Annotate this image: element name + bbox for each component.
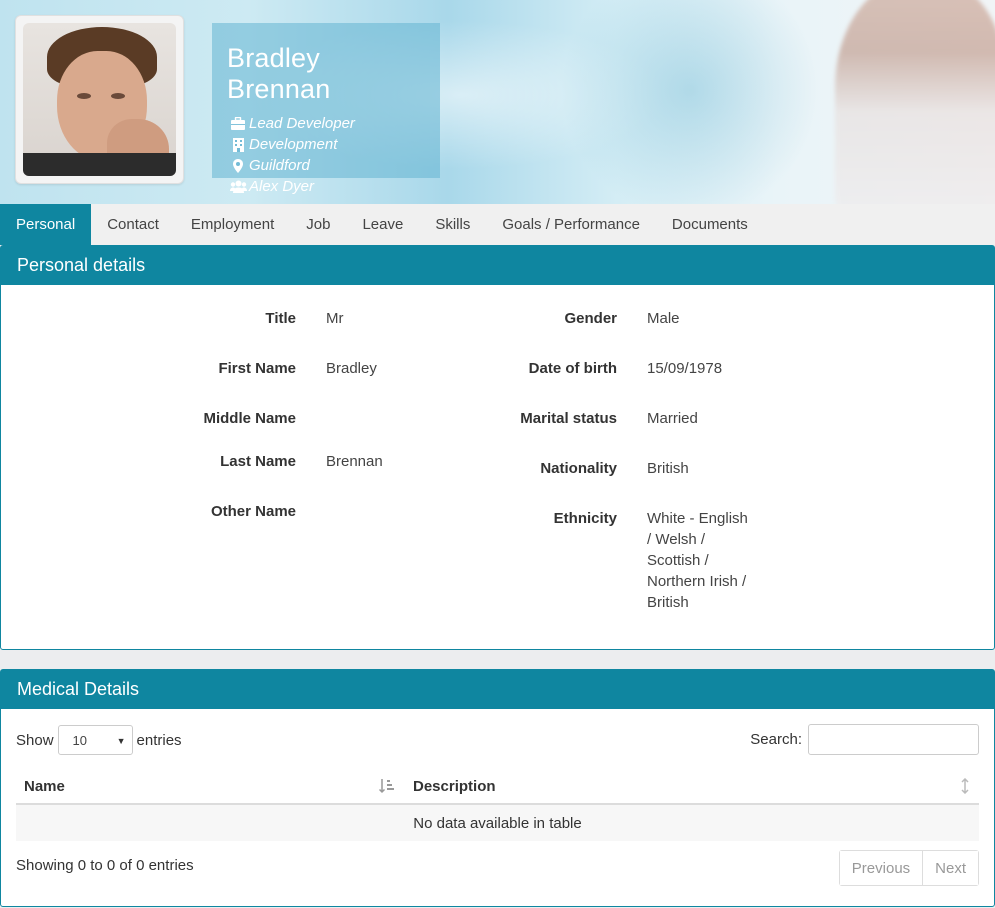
sort-both-icon [961, 777, 969, 797]
job-title: Lead Developer [249, 115, 355, 132]
middle-name-label: Middle Name [203, 410, 296, 427]
tab-personal[interactable]: Personal [0, 204, 92, 245]
show-label: Show [16, 731, 54, 749]
profile-info-box: Bradley Brennan Lead Developer Developme… [212, 23, 440, 195]
tab-job[interactable]: Job [290, 204, 346, 245]
tab-contact[interactable]: Contact [91, 204, 175, 245]
search-label: Search: [750, 731, 802, 748]
banner-background-blur [560, 0, 820, 204]
avatar-frame [15, 15, 184, 184]
profile-banner: Bradley Brennan Lead Developer Developme… [0, 0, 995, 204]
panel-title: Personal details [1, 246, 994, 285]
marital-status-value: Married [647, 410, 698, 427]
briefcase-icon [227, 117, 249, 130]
manager: Alex Dyer [249, 178, 315, 195]
avatar [23, 23, 176, 176]
ethnicity-value: White - English / Welsh / Scottish / Nor… [647, 508, 748, 613]
last-name-label: Last Name [220, 453, 296, 470]
search-input[interactable] [808, 724, 979, 755]
ethnicity-line: White - English [647, 510, 748, 527]
ethnicity-line: Northern Irish / [647, 573, 747, 590]
column-header-name[interactable]: Name [16, 770, 405, 805]
department: Development [249, 136, 338, 153]
page-length-control: Show 10 ▼ entries [16, 725, 182, 755]
entries-label: entries [136, 731, 182, 749]
medical-details-panel: Medical Details Show 10 ▼ entries Search… [0, 669, 995, 907]
page-length-value: 10 [72, 732, 87, 748]
profile-tabs: Personal Contact Employment Job Leave Sk… [0, 204, 995, 245]
tab-employment[interactable]: Employment [175, 204, 290, 245]
location-line: Guildford [227, 155, 425, 176]
ethnicity-line: / Welsh / [647, 531, 706, 548]
gender-value: Male [647, 310, 680, 327]
tab-leave[interactable]: Leave [346, 204, 419, 245]
title-value: Mr [326, 310, 344, 327]
tab-documents[interactable]: Documents [656, 204, 764, 245]
empty-table-message: No data available in table [16, 804, 979, 841]
previous-page-button[interactable]: Previous [839, 851, 923, 885]
ethnicity-label: Ethnicity [553, 510, 617, 527]
manager-line: Alex Dyer [227, 176, 425, 197]
first-name-label: First Name [218, 360, 296, 377]
nationality-label: Nationality [540, 460, 617, 477]
tab-goals-performance[interactable]: Goals / Performance [486, 204, 656, 245]
marital-status-label: Marital status [520, 410, 617, 427]
caret-down-icon: ▼ [116, 736, 126, 746]
users-icon [227, 180, 249, 193]
table-row: No data available in table [16, 804, 979, 841]
tab-skills[interactable]: Skills [419, 204, 486, 245]
pagination: Previous Next [838, 850, 979, 886]
last-name-value: Brennan [326, 453, 383, 470]
ethnicity-line: Scottish / [647, 552, 709, 569]
personal-details-panel: Personal details Title Mr First Name Bra… [0, 245, 995, 650]
sort-ascending-icon [378, 778, 395, 797]
date-of-birth-value: 15/09/1978 [647, 360, 723, 377]
table-search: Search: [750, 724, 979, 755]
next-page-button[interactable]: Next [922, 851, 978, 885]
map-marker-icon [227, 158, 249, 173]
column-header-label: Name [24, 778, 65, 795]
other-name-label: Other Name [210, 503, 296, 520]
nationality-value: British [647, 460, 689, 477]
ethnicity-line: British [647, 594, 689, 611]
banner-background-person [835, 0, 995, 204]
title-label: Title [265, 310, 296, 327]
gender-label: Gender [564, 310, 617, 327]
page-length-select[interactable]: 10 ▼ [57, 725, 133, 755]
panel-title: Medical Details [1, 670, 994, 709]
date-of-birth-label: Date of birth [528, 360, 617, 377]
first-name-value: Bradley [326, 360, 377, 377]
job-title-line: Lead Developer [227, 113, 425, 134]
employee-name: Bradley Brennan [227, 43, 331, 104]
location: Guildford [249, 157, 310, 174]
column-header-description[interactable]: Description [405, 770, 979, 805]
medical-table: Name Description No data available in ta… [16, 770, 979, 841]
department-line: Development [227, 134, 425, 155]
column-header-label: Description [413, 778, 496, 795]
building-icon [227, 137, 249, 152]
table-info: Showing 0 to 0 of 0 entries [16, 857, 194, 874]
